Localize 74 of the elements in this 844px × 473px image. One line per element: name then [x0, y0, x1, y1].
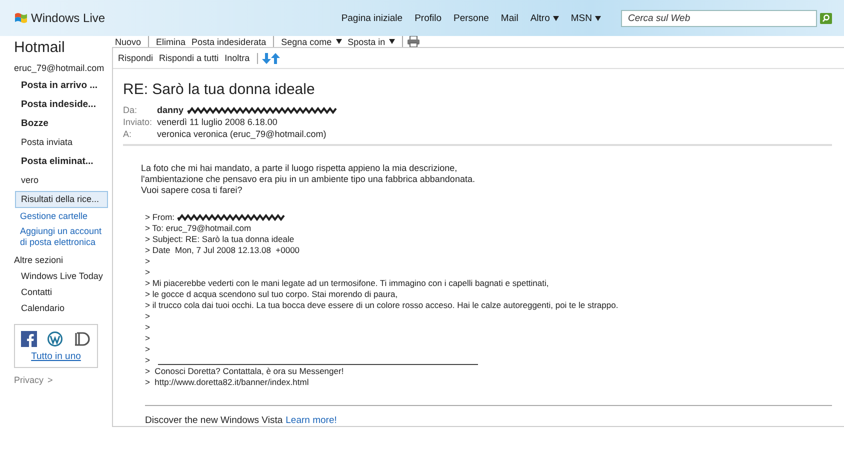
field-value: danny: [157, 104, 184, 116]
quoted-line: > Date Mon, 7 Jul 2008 12.13.08 +0000: [145, 245, 300, 256]
chevron-text: >: [48, 375, 53, 386]
toolbar-button[interactable]: Segna come: [278, 36, 345, 46]
footer-text: Discover the new Windows Vista: [145, 415, 283, 426]
caret-icon: [595, 16, 601, 20]
nav-link[interactable]: Altro: [530, 12, 559, 24]
nav-link[interactable]: MSN: [570, 12, 601, 24]
search-field[interactable]: Cerca sul Web: [621, 10, 817, 26]
w-circle-icon[interactable]: [47, 330, 63, 347]
body-line: l'ambientazione che pensavo era piu in un ambiente tipo una fabbrica abbandonata.: [141, 174, 476, 185]
toolbar-button[interactable]: Elimina: [153, 36, 189, 46]
nav-link[interactable]: Profilo: [414, 12, 442, 24]
section-link[interactable]: Contatti: [0, 284, 112, 300]
quoted-line: >: [145, 311, 150, 322]
quoted-line: > http://www.doretta82.it/banner/index.html: [145, 377, 309, 388]
field-label: A:: [123, 128, 133, 140]
all-in-one-link[interactable]: Tutto in uno: [31, 350, 81, 362]
privacy-link[interactable]: Privacy: [14, 375, 44, 386]
section-heading: Altre sezioni: [13, 254, 64, 268]
folder-item[interactable]: Risultati della rice...: [15, 191, 108, 208]
quoted-line: > From:: [145, 212, 175, 223]
section-link[interactable]: Windows Live Today: [0, 268, 112, 284]
toolbar-button[interactable]: Posta indesiderata: [188, 36, 270, 46]
toolbar-button[interactable]: Nuovo: [112, 36, 144, 46]
quoted-line: >: [145, 267, 150, 278]
f-letter-icon[interactable]: [21, 330, 37, 347]
folder-item[interactable]: Posta indeside...: [15, 96, 108, 113]
body-line: Vuoi sapere cosa ti farei?: [141, 185, 244, 196]
caret-icon: [336, 39, 342, 44]
field-label: Da:: [123, 104, 138, 116]
action-button[interactable]: Inoltra: [222, 53, 253, 63]
folder-item[interactable]: Posta inviata: [15, 134, 108, 151]
sidebar-link[interactable]: Aggiungi un account di posta elettronica: [0, 224, 112, 250]
quoted-line: >: [145, 344, 150, 355]
nav-link[interactable]: Persone: [454, 12, 489, 24]
sidebar-link[interactable]: Gestione cartelle: [0, 209, 112, 224]
nav-link[interactable]: Mail: [500, 12, 518, 24]
field-label: Inviato:: [123, 116, 154, 128]
nav-link[interactable]: Pagina iniziale: [341, 12, 403, 24]
quoted-line: >: [145, 355, 150, 366]
down-arrow-icon[interactable]: [262, 52, 271, 64]
folder-item[interactable]: Bozze: [15, 115, 108, 132]
folder-item[interactable]: Posta eliminat...: [15, 153, 108, 170]
search-icon[interactable]: [820, 12, 832, 24]
quoted-line: > le gocce d acqua scendono sul tuo corpo. Stai morendo di paura,: [145, 289, 398, 300]
d-letter-icon[interactable]: [73, 330, 91, 347]
learn-more-link[interactable]: Learn more!: [286, 415, 337, 426]
account-email: eruc_79@hotmail.com: [13, 62, 106, 75]
app-title: Hotmail: [13, 38, 66, 58]
quoted-line: >: [145, 333, 150, 344]
message-subject: RE: Sarò la tua donna ideale: [123, 80, 316, 100]
quoted-line: >: [145, 256, 150, 267]
caret-icon: [389, 39, 396, 44]
windows-flag-icon: [14, 12, 28, 24]
quoted-line: > To: eruc_79@hotmail.com: [145, 223, 252, 234]
action-button[interactable]: Rispondi a tutti: [156, 53, 222, 63]
brand-logo-text: Windows Live: [31, 11, 106, 25]
quoted-line: > il trucco cola dai tuoi occhi. La tua bocca deve essere di un colore rosso acceso. Hai le calze autoreggenti, poi te le strappo.: [145, 300, 618, 311]
body-line: La foto che mi hai mandato, a parte il luogo rispetta appieno la mia descrizione,: [141, 163, 458, 174]
quoted-line: >: [145, 322, 150, 333]
caret-icon: [552, 16, 559, 20]
section-link[interactable]: Calendario: [0, 300, 112, 316]
field-value: venerdì 11 luglio 2008 6.18.00: [157, 116, 278, 128]
printer-icon[interactable]: [407, 36, 420, 47]
folder-item[interactable]: vero: [15, 172, 108, 189]
quoted-line: > Conosci Doretta? Contattala, è ora su Messenger!: [145, 366, 344, 377]
action-button[interactable]: Rispondi: [115, 53, 156, 63]
quoted-line: > Mi piacerebbe vederti con le mani legate ad un termosifone. Ti immagino con i capelli bagnati e spettinati,: [145, 278, 549, 289]
toolbar-button[interactable]: Sposta in: [344, 36, 398, 46]
folder-item[interactable]: Posta in arrivo ...: [15, 77, 108, 94]
field-value: veronica veronica (eruc_79@hotmail.com): [157, 128, 326, 140]
up-arrow-icon[interactable]: [270, 52, 280, 64]
quoted-line: > Subject: RE: Sarò la tua donna ideale: [145, 234, 294, 245]
